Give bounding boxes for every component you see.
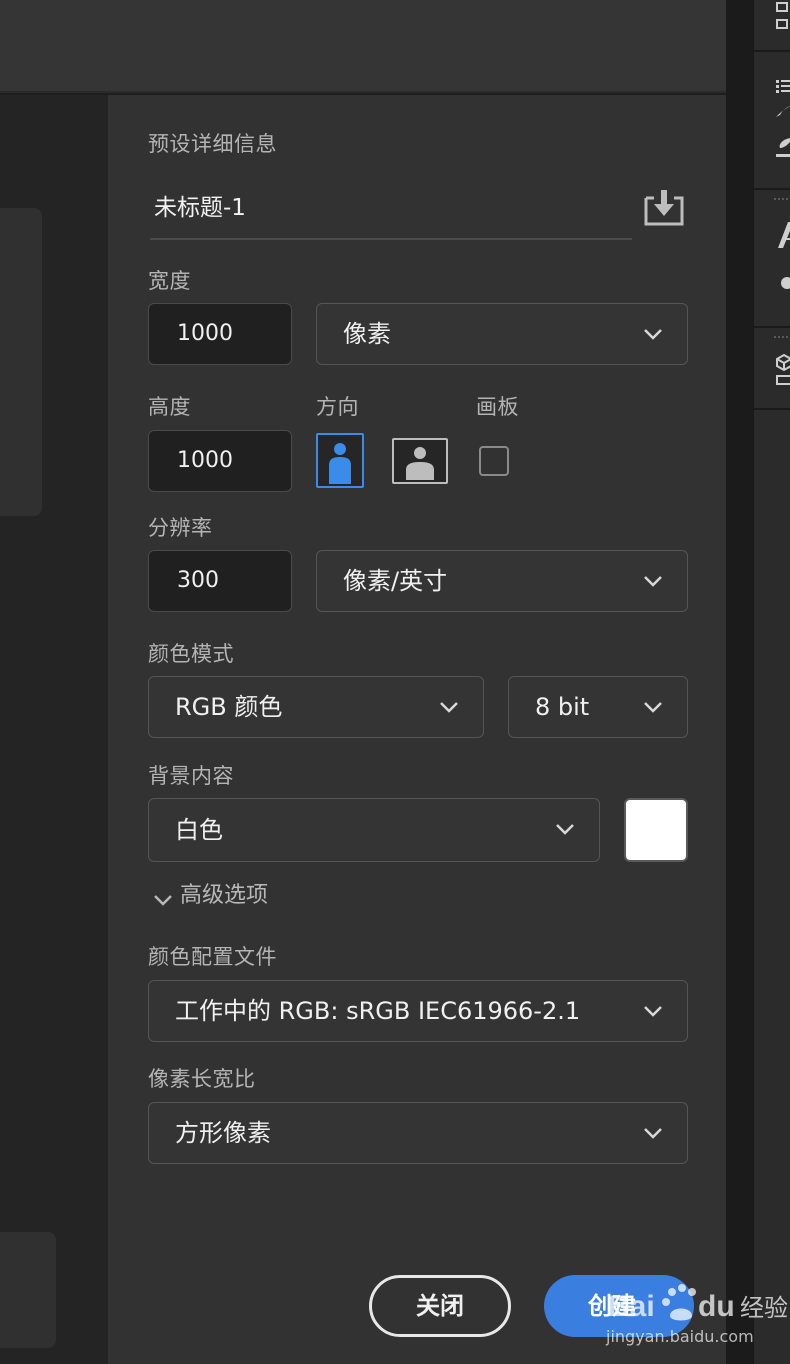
document-title-input[interactable]: 未标题-1 <box>150 188 632 240</box>
color-profile-label: 颜色配置文件 <box>148 945 277 969</box>
chevron-down-icon <box>643 1123 663 1143</box>
width-unit-select[interactable]: 像素 <box>316 303 688 365</box>
background-value: 白色 <box>175 816 223 844</box>
advanced-options-toggle[interactable]: 高级选项 <box>152 878 268 914</box>
preset-card[interactable] <box>0 1232 56 1348</box>
bit-depth-value: 8 bit <box>535 693 590 721</box>
resolution-input[interactable]: 300 <box>148 550 292 612</box>
resolution-label: 分辨率 <box>148 516 213 540</box>
svg-text:jingyan.baidu.com: jingyan.baidu.com <box>605 1327 754 1346</box>
artboard-label: 画板 <box>476 395 519 419</box>
landscape-orientation-button[interactable] <box>392 438 448 484</box>
baidu-jingyan-watermark: Bai du 经验 jingyan.baidu.com <box>600 1278 788 1350</box>
background-label: 背景内容 <box>148 764 234 788</box>
width-label: 宽度 <box>148 269 191 293</box>
resolution-unit-select[interactable]: 像素/英寸 <box>316 550 688 612</box>
resolution-unit-value: 像素/英寸 <box>343 567 448 595</box>
dialog-top-area <box>0 0 726 93</box>
chevron-down-icon <box>643 571 663 591</box>
chevron-down-icon <box>555 819 575 839</box>
portrait-orientation-button[interactable] <box>316 433 364 488</box>
close-button[interactable]: 关闭 <box>369 1275 511 1337</box>
list-icon[interactable] <box>776 80 790 97</box>
advanced-options-label: 高级选项 <box>180 883 269 908</box>
preset-details-label: 预设详细信息 <box>148 132 277 156</box>
landscape-person-icon <box>406 447 434 480</box>
height-label: 高度 <box>148 395 191 419</box>
preset-card[interactable] <box>0 208 42 516</box>
3d-cube-icon[interactable] <box>776 353 790 389</box>
orientation-label: 方向 <box>316 395 359 419</box>
width-unit-value: 像素 <box>343 320 391 348</box>
svg-text:Bai: Bai <box>608 1290 655 1323</box>
portrait-person-icon <box>329 443 351 484</box>
artboard-checkbox[interactable] <box>479 446 509 476</box>
chevron-down-icon <box>643 697 663 717</box>
color-mode-value: RGB 颜色 <box>175 693 283 721</box>
background-color-swatch[interactable] <box>624 798 688 862</box>
dot-icon[interactable] <box>776 276 790 293</box>
chevron-down-icon <box>439 697 459 717</box>
chevron-down-icon <box>643 324 663 344</box>
width-input[interactable]: 1000 <box>148 303 292 365</box>
svg-text:du: du <box>698 1290 735 1323</box>
color-mode-select[interactable]: RGB 颜色 <box>148 676 484 738</box>
leaf-icon[interactable] <box>776 138 790 165</box>
panel-grip[interactable] <box>774 198 790 204</box>
chevron-down-icon <box>643 1001 663 1021</box>
brush-icon[interactable] <box>776 104 790 120</box>
save-preset-icon[interactable] <box>642 188 686 228</box>
color-profile-value: 工作中的 RGB: sRGB IEC61966-2.1 <box>175 997 581 1025</box>
pixel-aspect-value: 方形像素 <box>175 1119 271 1147</box>
panel-grip[interactable] <box>774 336 790 342</box>
panel-grid-icon[interactable] <box>776 2 790 35</box>
text-tool-icon[interactable] <box>778 220 790 254</box>
svg-text:经验: 经验 <box>740 1294 788 1322</box>
height-input[interactable]: 1000 <box>148 430 292 492</box>
color-profile-select[interactable]: 工作中的 RGB: sRGB IEC61966-2.1 <box>148 980 688 1042</box>
pixel-aspect-label: 像素长宽比 <box>148 1067 256 1091</box>
chevron-down-icon <box>152 886 174 906</box>
background-select[interactable]: 白色 <box>148 798 600 862</box>
bit-depth-select[interactable]: 8 bit <box>508 676 688 738</box>
right-tool-strip <box>752 0 790 1364</box>
window-gap <box>726 0 752 1364</box>
color-mode-label: 颜色模式 <box>148 642 234 666</box>
pixel-aspect-select[interactable]: 方形像素 <box>148 1102 688 1164</box>
